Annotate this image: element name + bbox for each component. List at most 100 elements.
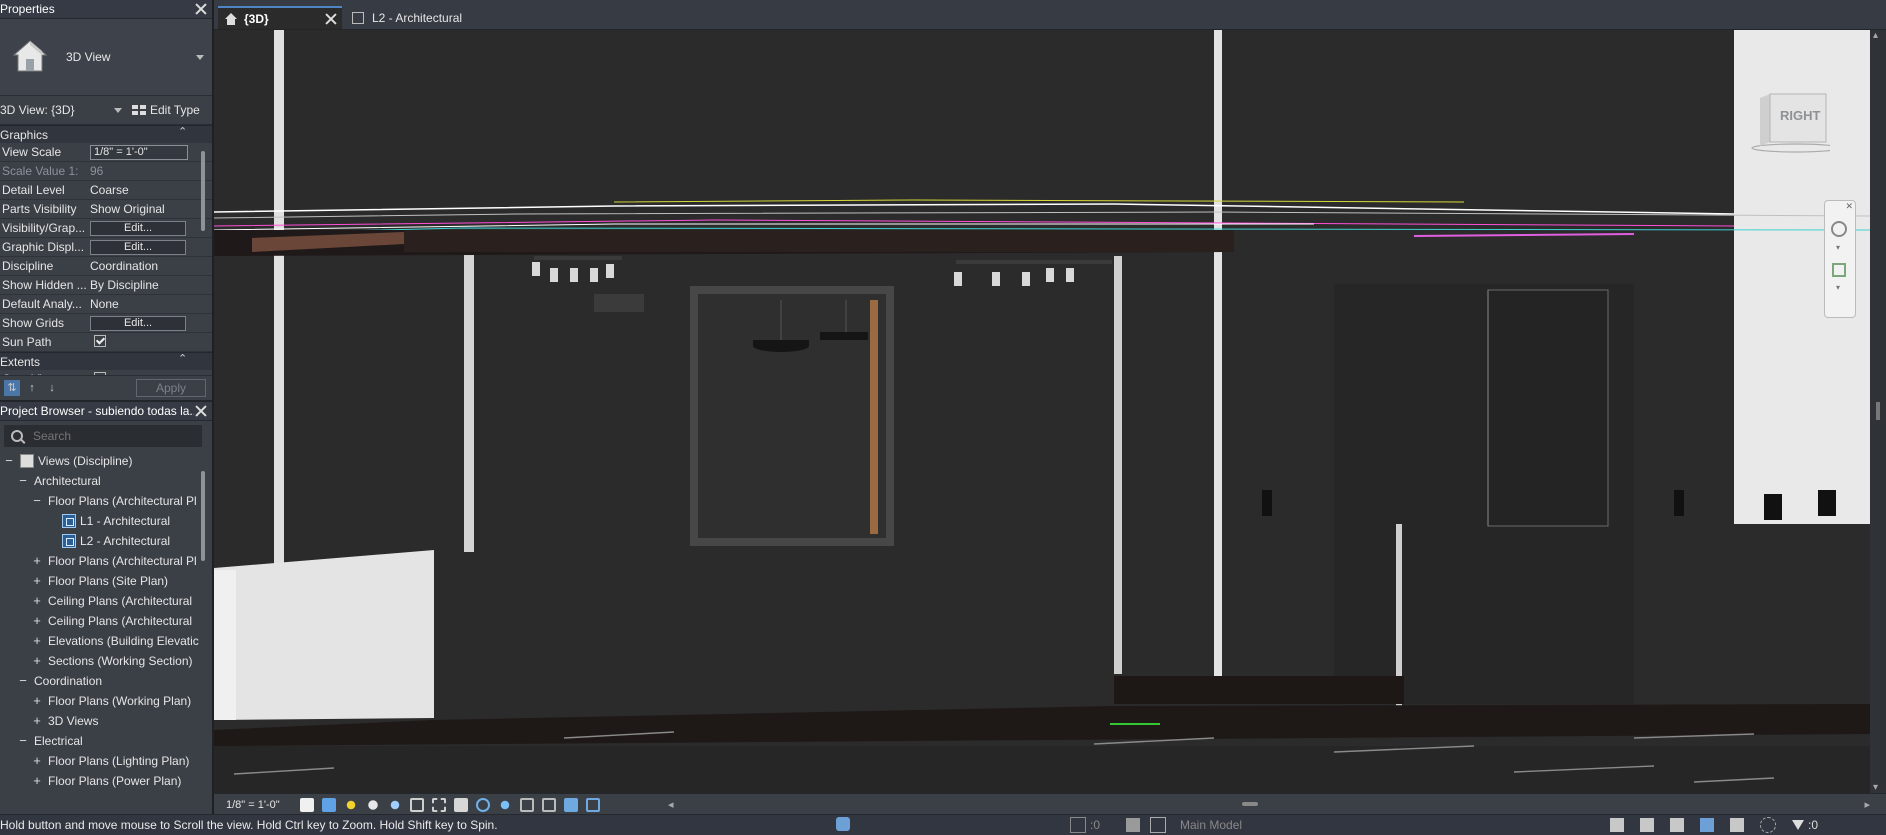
browser-scrollbar[interactable] (198, 453, 208, 789)
scrollbar-thumb[interactable] (201, 151, 205, 231)
tree-node[interactable]: − Views (Discipline) (0, 451, 212, 471)
scrollbar-thumb[interactable] (1876, 402, 1880, 420)
select-pinned-icon[interactable] (1670, 818, 1684, 832)
lock-3d-view-icon[interactable] (454, 797, 468, 812)
expand-icon[interactable]: + (32, 594, 42, 607)
visual-style-icon[interactable] (322, 797, 336, 812)
filter-icon[interactable] (1792, 820, 1804, 830)
collapse-icon[interactable]: − (18, 674, 28, 687)
steering-wheel-icon[interactable] (1831, 221, 1847, 237)
tab-l2-architectural[interactable]: L2 - Architectural (346, 6, 506, 29)
viewport-horizontal-scrollbar[interactable]: ◂ ▸ (668, 798, 1870, 811)
3d-viewport[interactable]: RIGHT ✕ ▾ ▾ (214, 30, 1870, 793)
select-by-face-icon[interactable] (1700, 818, 1714, 832)
search-input[interactable] (31, 428, 185, 444)
tree-node[interactable]: + Floor Plans (Working Plan) (0, 691, 212, 711)
collapse-icon[interactable]: − (18, 474, 28, 487)
expand-icon[interactable]: + (32, 714, 42, 727)
apply-button[interactable]: Apply (136, 379, 206, 397)
worksharing-icon[interactable] (520, 797, 534, 812)
tree-node[interactable]: L1 - Architectural (0, 511, 212, 531)
property-value[interactable] (88, 371, 188, 375)
checkbox[interactable] (94, 371, 106, 375)
tree-node[interactable]: − Coordination (0, 671, 212, 691)
crop-view-icon[interactable] (410, 797, 424, 812)
close-browser-icon[interactable] (194, 404, 208, 418)
analytical-model-icon[interactable] (542, 797, 556, 812)
editable-only[interactable]: :0 (1070, 817, 1100, 833)
expand-icon[interactable]: + (32, 554, 42, 567)
property-value[interactable]: By Discipline (88, 278, 188, 292)
browser-search[interactable] (4, 425, 202, 447)
tree-node[interactable]: + Ceiling Plans (Architectural (0, 591, 212, 611)
highlight-displacement-icon[interactable] (564, 797, 578, 812)
tree-node[interactable]: + Elevations (Building Elevatic (0, 631, 212, 651)
tree-node[interactable]: − Floor Plans (Architectural Pl (0, 491, 212, 511)
collapse-icon[interactable] (178, 352, 187, 366)
tree-node[interactable]: + Floor Plans (Lighting Plan) (0, 751, 212, 771)
expand-icon[interactable]: + (32, 654, 42, 667)
collapse-icon[interactable]: − (32, 494, 42, 507)
scroll-right-icon[interactable]: ▸ (1864, 798, 1870, 811)
sort-categorized-icon[interactable]: ⇅ (4, 380, 20, 396)
property-value[interactable]: None (88, 297, 188, 311)
chevron-down-icon[interactable]: ▾ (1836, 243, 1840, 252)
design-options[interactable]: Main Model (1126, 817, 1242, 833)
checkbox[interactable] (94, 334, 106, 347)
workset-indicator[interactable] (836, 817, 854, 831)
edit-button[interactable]: Edit... (90, 315, 186, 331)
tree-node[interactable]: − Architectural (0, 471, 212, 491)
scroll-left-icon[interactable]: ◂ (668, 798, 674, 811)
edit-type-button[interactable]: Edit Type (132, 103, 200, 117)
tree-node[interactable]: + Ceiling Plans (Architectural (0, 611, 212, 631)
background-process-icon[interactable] (1760, 817, 1776, 833)
zoom-region-icon[interactable] (1832, 263, 1846, 277)
group-extents[interactable]: Extents (0, 352, 212, 370)
viewcube[interactable]: RIGHT (1744, 92, 1841, 154)
scrollbar-thumb[interactable] (1242, 802, 1258, 806)
group-graphics[interactable]: Graphics (0, 125, 212, 143)
property-value[interactable]: Show Original (88, 202, 188, 216)
type-selector[interactable]: 3D View (0, 19, 212, 96)
expand-icon[interactable]: + (32, 634, 42, 647)
viewport-vertical-scrollbar[interactable]: ▴ ▾ (1870, 30, 1886, 793)
render-icon[interactable] (388, 797, 402, 812)
collapse-icon[interactable]: − (4, 454, 14, 467)
reveal-constraints-icon[interactable] (586, 797, 600, 812)
chevron-down-icon[interactable] (196, 54, 204, 60)
tree-node[interactable]: L2 - Architectural (0, 531, 212, 551)
sort-ascending-icon[interactable]: ↑ (24, 380, 40, 396)
tree-node[interactable]: + Floor Plans (Architectural Pl (0, 551, 212, 571)
tree-node[interactable]: +3D Views (0, 711, 212, 731)
expand-icon[interactable]: + (32, 774, 42, 787)
property-value[interactable] (88, 334, 188, 350)
model-render[interactable] (214, 30, 1870, 793)
edit-button[interactable]: Edit... (90, 239, 186, 255)
expand-icon[interactable]: + (32, 614, 42, 627)
tab-3d[interactable]: {3D} (218, 6, 342, 29)
properties-scrollbar[interactable] (198, 131, 208, 371)
edit-button[interactable]: Edit... (90, 220, 186, 236)
drag-on-selection-icon[interactable] (1730, 818, 1744, 832)
sun-path-icon[interactable] (344, 797, 358, 812)
sort-descending-icon[interactable]: ↓ (44, 380, 60, 396)
view-scale-button[interactable]: 1/8" = 1'-0" (214, 799, 296, 811)
show-crop-region-icon[interactable] (432, 797, 446, 812)
scrollbar-thumb[interactable] (201, 471, 205, 561)
expand-icon[interactable]: + (32, 694, 42, 707)
expand-icon[interactable]: + (32, 574, 42, 587)
reveal-hidden-icon[interactable] (498, 797, 512, 812)
property-value[interactable]: Edit... (88, 220, 188, 236)
close-properties-icon[interactable] (194, 2, 208, 16)
property-value[interactable]: Edit... (88, 239, 188, 255)
property-value[interactable]: Coordination (88, 259, 188, 273)
collapse-icon[interactable]: − (18, 734, 28, 747)
tree-node[interactable]: + Sections (Working Section) (0, 651, 212, 671)
close-tab-icon[interactable] (324, 12, 338, 26)
close-icon[interactable]: ✕ (1845, 201, 1853, 212)
detail-level-icon[interactable] (300, 797, 314, 812)
tree-node[interactable]: + Floor Plans (Site Plan) (0, 571, 212, 591)
scroll-up-icon[interactable]: ▴ (1873, 30, 1878, 41)
tree-node[interactable]: − Electrical (0, 731, 212, 751)
collapse-icon[interactable] (178, 125, 187, 139)
